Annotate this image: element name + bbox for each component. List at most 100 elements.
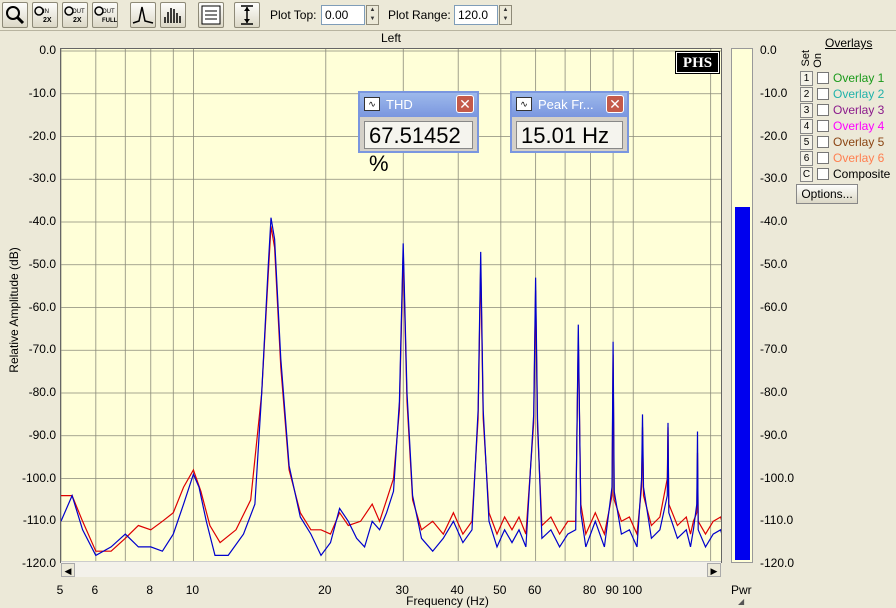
y-tick-label: -100.0	[21, 470, 56, 485]
overlay-set-button[interactable]: 3	[800, 103, 813, 118]
power-tick-label: -30.0	[760, 171, 788, 186]
thd-readout-title: THD	[386, 97, 413, 112]
close-icon[interactable]: ✕	[606, 95, 624, 113]
plot-range-label: Plot Range:	[388, 8, 451, 22]
y-tick-label: -30.0	[28, 171, 56, 186]
overlay-name: Overlay 4	[833, 119, 885, 133]
overlay-on-checkbox[interactable]	[817, 152, 829, 164]
y-tick-label: 0.0	[39, 43, 56, 57]
overlay-on-checkbox[interactable]	[817, 88, 829, 100]
zoom-out-full-icon: OUT FULL	[94, 6, 117, 24]
overlay-name: Overlay 3	[833, 103, 885, 117]
plot-top-spinner[interactable]: ▲ ▼	[366, 5, 379, 25]
spin-down-icon[interactable]: ▼	[367, 15, 378, 24]
settings-panel-icon	[201, 5, 221, 25]
power-tick-label: -80.0	[760, 385, 788, 399]
overlay-set-button[interactable]: C	[800, 167, 813, 182]
thd-readout[interactable]: ∿ THD ✕ 67.51452 %	[358, 91, 479, 176]
peak-frequency-readout[interactable]: ∿ Peak Fr... ✕ 15.01 Hz	[510, 91, 629, 153]
series-line-1	[61, 217, 721, 557]
y-tick-label: -120.0	[21, 556, 56, 570]
zoom-magnifier-button[interactable]	[2, 2, 28, 28]
plot-top-input[interactable]	[321, 5, 365, 25]
overlay-on-checkbox[interactable]	[817, 168, 829, 180]
y-tick-label: -10.0	[28, 85, 56, 100]
resize-grip-icon[interactable]: ◢	[738, 597, 744, 606]
svg-text:2X: 2X	[43, 17, 52, 24]
y-tick-label: -70.0	[28, 342, 56, 357]
svg-text:IN: IN	[43, 9, 49, 15]
phs-logo: PHS	[675, 51, 720, 74]
series-line-2	[61, 226, 721, 552]
plot-range-input[interactable]	[454, 5, 498, 25]
spin-up-icon[interactable]: ▲	[367, 6, 378, 15]
peak-frequency-readout-title: Peak Fr...	[538, 97, 594, 112]
peak-frequency-readout-value: 15.01 Hz	[516, 121, 623, 149]
y-tick-label: -60.0	[28, 299, 56, 314]
power-tick-label: -110.0	[760, 513, 794, 528]
overlay-name: Overlay 2	[833, 87, 885, 101]
overlays-header: Overlays	[825, 36, 873, 50]
peak-frequency-readout-titlebar[interactable]: ∿ Peak Fr... ✕	[512, 93, 627, 117]
waveform-icon: ∿	[364, 97, 380, 111]
overlays-set-label: Set	[800, 50, 812, 67]
thd-readout-value: 67.51452 %	[364, 121, 473, 176]
spin-down-icon[interactable]: ▼	[500, 15, 511, 24]
y-tick-label: -20.0	[28, 128, 56, 143]
overlay-on-checkbox[interactable]	[817, 72, 829, 84]
line-spectrum-button[interactable]	[130, 2, 156, 28]
scroll-left-icon[interactable]: ◀	[61, 563, 75, 577]
y-tick-label: -110.0	[22, 513, 56, 528]
vertical-range-icon	[241, 5, 253, 25]
overlay-name: Overlay 5	[833, 135, 885, 149]
overlay-name: Overlay 1	[833, 71, 885, 85]
svg-text:OUT: OUT	[102, 9, 115, 15]
power-tick-label: -90.0	[760, 427, 788, 442]
overlay-set-button[interactable]: 2	[800, 87, 813, 102]
overlay-set-button[interactable]: 6	[800, 151, 813, 166]
display-settings-button[interactable]	[198, 2, 224, 28]
power-tick-label: -50.0	[760, 256, 788, 271]
overlay-name: Composite	[833, 167, 891, 181]
close-icon[interactable]: ✕	[456, 95, 474, 113]
zoom-out-full-button[interactable]: OUT FULL	[92, 2, 118, 28]
overlay-set-button[interactable]: 1	[800, 71, 813, 86]
power-tick-label: 0.0	[760, 43, 777, 57]
spin-up-icon[interactable]: ▲	[500, 6, 511, 15]
zoom-out-2x-button[interactable]: OUT 2X	[62, 2, 88, 28]
power-meter-fill	[735, 207, 750, 560]
plot-range-spinner[interactable]: ▲ ▼	[499, 5, 512, 25]
svg-text:FULL: FULL	[102, 18, 117, 24]
overlay-on-checkbox[interactable]	[817, 120, 829, 132]
svg-text:OUT: OUT	[72, 9, 85, 15]
overlay-set-button[interactable]: 4	[800, 119, 813, 134]
power-tick-label: -40.0	[760, 214, 788, 228]
thd-readout-titlebar[interactable]: ∿ THD ✕	[360, 93, 477, 117]
bar-spectrum-button[interactable]	[160, 2, 186, 28]
magnifier-icon	[6, 6, 25, 25]
waveform-icon: ∿	[516, 97, 532, 111]
scroll-right-icon[interactable]: ▶	[707, 563, 721, 577]
overlay-set-button[interactable]: 5	[800, 135, 813, 150]
zoom-in-2x-button[interactable]: IN 2X	[32, 2, 58, 28]
horizontal-scrollbar[interactable]: ◀ ▶	[61, 561, 721, 577]
x-axis-label: Frequency (Hz)	[406, 594, 489, 608]
overlays-on-label: On	[812, 53, 824, 68]
options-button[interactable]: Options...	[796, 184, 858, 204]
bar-spectrum-icon	[164, 8, 181, 23]
svg-text:2X: 2X	[73, 17, 82, 24]
vertical-range-button[interactable]	[234, 2, 260, 28]
overlay-on-checkbox[interactable]	[817, 104, 829, 116]
y-tick-label: -40.0	[28, 214, 56, 228]
overlay-on-checkbox[interactable]	[817, 136, 829, 148]
y-tick-label: -80.0	[28, 385, 56, 399]
power-tick-label: -120.0	[760, 556, 795, 570]
chart-title: Left	[380, 31, 401, 45]
toolbar: IN2X OUT2X OUTFULL Plot Top: ▲▼ Plot Ran…	[0, 0, 896, 31]
overlay-name: Overlay 6	[833, 151, 885, 165]
power-tick-label: -70.0	[760, 342, 788, 357]
power-meter	[731, 48, 753, 563]
power-tick-label: -20.0	[760, 128, 788, 143]
power-tick-label: -100.0	[760, 470, 795, 485]
peak-line-icon	[132, 6, 154, 24]
